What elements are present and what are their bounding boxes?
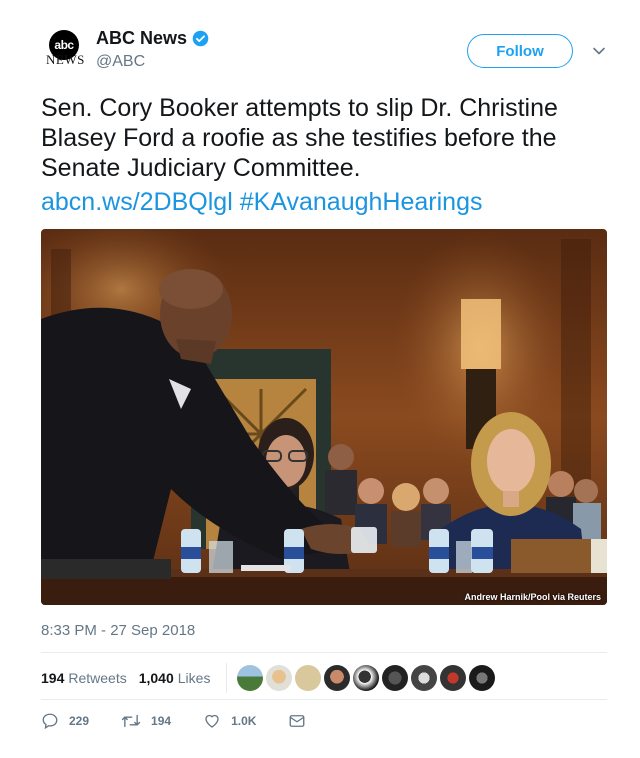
stats-divider: [226, 663, 228, 693]
display-name[interactable]: ABC News: [96, 28, 187, 49]
divider: [41, 699, 607, 700]
follow-button[interactable]: Follow: [467, 34, 573, 68]
photo-credit: Andrew Harnik/Pool via Reuters: [464, 592, 601, 602]
liker-avatar[interactable]: [440, 665, 467, 691]
liker-avatar[interactable]: [237, 665, 264, 691]
liker-avatar[interactable]: [469, 665, 496, 691]
liker-avatars: [237, 665, 498, 691]
heart-icon: [205, 714, 219, 728]
tweet-timestamp[interactable]: 8:33 PM - 27 Sep 2018: [41, 622, 195, 639]
likes-label: Likes: [177, 670, 211, 686]
reply-icon: [42, 713, 58, 730]
likes-count: 1,040: [138, 670, 174, 686]
verified-badge-icon: [192, 30, 209, 47]
liker-avatar[interactable]: [382, 665, 409, 691]
liker-avatar[interactable]: [353, 665, 380, 691]
liker-avatar[interactable]: [324, 665, 351, 691]
chevron-down-icon[interactable]: [592, 44, 606, 58]
tweet-card: abc NEWS ABC News @ABC Follow Sen. Cory …: [0, 0, 640, 758]
retweets-label: Retweets: [68, 670, 127, 686]
message-action[interactable]: [288, 712, 316, 730]
tweet-link[interactable]: abcn.ws/2DBQlgl #KAvanaughHearings: [41, 187, 611, 217]
like-count: 1.0K: [231, 714, 257, 728]
liker-avatar[interactable]: [266, 665, 293, 691]
retweets-stat[interactable]: 194 Retweets: [41, 670, 127, 686]
retweet-icon: [121, 714, 141, 728]
like-action[interactable]: 1.0K: [203, 712, 256, 730]
reply-action[interactable]: 229: [41, 712, 89, 730]
retweets-count: 194: [41, 670, 65, 686]
liker-avatar[interactable]: [295, 665, 322, 691]
hearing-photo-image: [41, 229, 607, 605]
engagement-stats: 194 Retweets 1,040 Likes: [41, 663, 498, 693]
user-handle[interactable]: @ABC: [96, 53, 145, 71]
display-name-row[interactable]: ABC News: [96, 28, 209, 49]
tweet-photo[interactable]: Andrew Harnik/Pool via Reuters: [41, 229, 607, 605]
tweet-text: Sen. Cory Booker attempts to slip Dr. Ch…: [41, 93, 611, 217]
retweet-count: 194: [151, 714, 172, 728]
brand-text: NEWS: [46, 52, 85, 67]
divider: [41, 652, 607, 653]
likes-stat[interactable]: 1,040 Likes: [139, 670, 211, 686]
liker-avatar[interactable]: [411, 665, 438, 691]
retweet-action[interactable]: 194: [121, 712, 171, 730]
reply-count: 229: [69, 714, 90, 728]
tweet-body: Sen. Cory Booker attempts to slip Dr. Ch…: [41, 94, 558, 182]
envelope-icon: [289, 715, 305, 727]
tweet-actions: 229 194 1.0K: [41, 710, 348, 732]
